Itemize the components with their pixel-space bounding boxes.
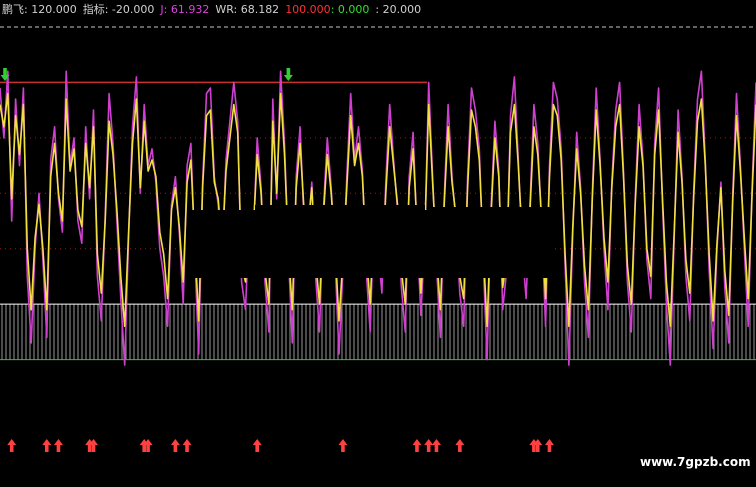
header-value-5: : 0.000 — [330, 3, 370, 16]
up-arrow-marker — [338, 439, 348, 452]
up-arrow-marker — [412, 439, 422, 452]
up-arrow-marker — [170, 439, 180, 452]
up-arrow-icon — [424, 439, 434, 452]
up-arrow-icon — [455, 439, 465, 452]
up-arrow-marker — [53, 439, 63, 452]
up-arrow-icon — [53, 439, 63, 452]
up-arrow-marker — [424, 439, 434, 452]
up-arrow-icon — [7, 439, 17, 452]
up-arrow-icon — [252, 439, 262, 452]
header-value-0: 鹏飞: 120.000 — [2, 3, 77, 16]
header-value-6: : 20.000 — [375, 3, 422, 16]
up-arrow-marker — [42, 439, 52, 452]
up-arrow-marker — [455, 439, 465, 452]
down-arrow-icon — [283, 68, 293, 81]
indicator-chart — [0, 26, 756, 452]
header-value-1: 指标: -20.000 — [82, 3, 155, 16]
occlusion-block-right — [430, 207, 550, 215]
indicator-header: 鹏飞: 120.000 指标: -20.000 J: 61.932 WR: 68.18… — [2, 3, 421, 17]
up-arrow-icon — [338, 439, 348, 452]
up-arrow-marker — [544, 439, 554, 452]
up-arrow-marker — [431, 439, 441, 452]
up-arrow-icon — [170, 439, 180, 452]
oversold-band — [1, 304, 755, 360]
header-value-4: 100.000 — [285, 3, 331, 16]
up-arrow-icon — [431, 439, 441, 452]
up-arrow-marker — [7, 439, 17, 452]
down-arrow-marker — [283, 68, 293, 81]
occlusion-block-top — [255, 205, 425, 215]
up-arrow-icon — [42, 439, 52, 452]
up-arrow-marker — [182, 439, 192, 452]
header-value-3: WR: 68.182 — [215, 3, 280, 16]
up-arrow-icon — [182, 439, 192, 452]
occlusion-blocks — [190, 205, 552, 278]
occlusion-block-main — [190, 210, 552, 278]
up-arrow-icon — [412, 439, 422, 452]
watermark-text: www.7gpzb.com — [640, 455, 751, 469]
up-arrow-marker — [252, 439, 262, 452]
up-arrow-icon — [544, 439, 554, 452]
header-value-2: J: 61.932 — [160, 3, 210, 16]
